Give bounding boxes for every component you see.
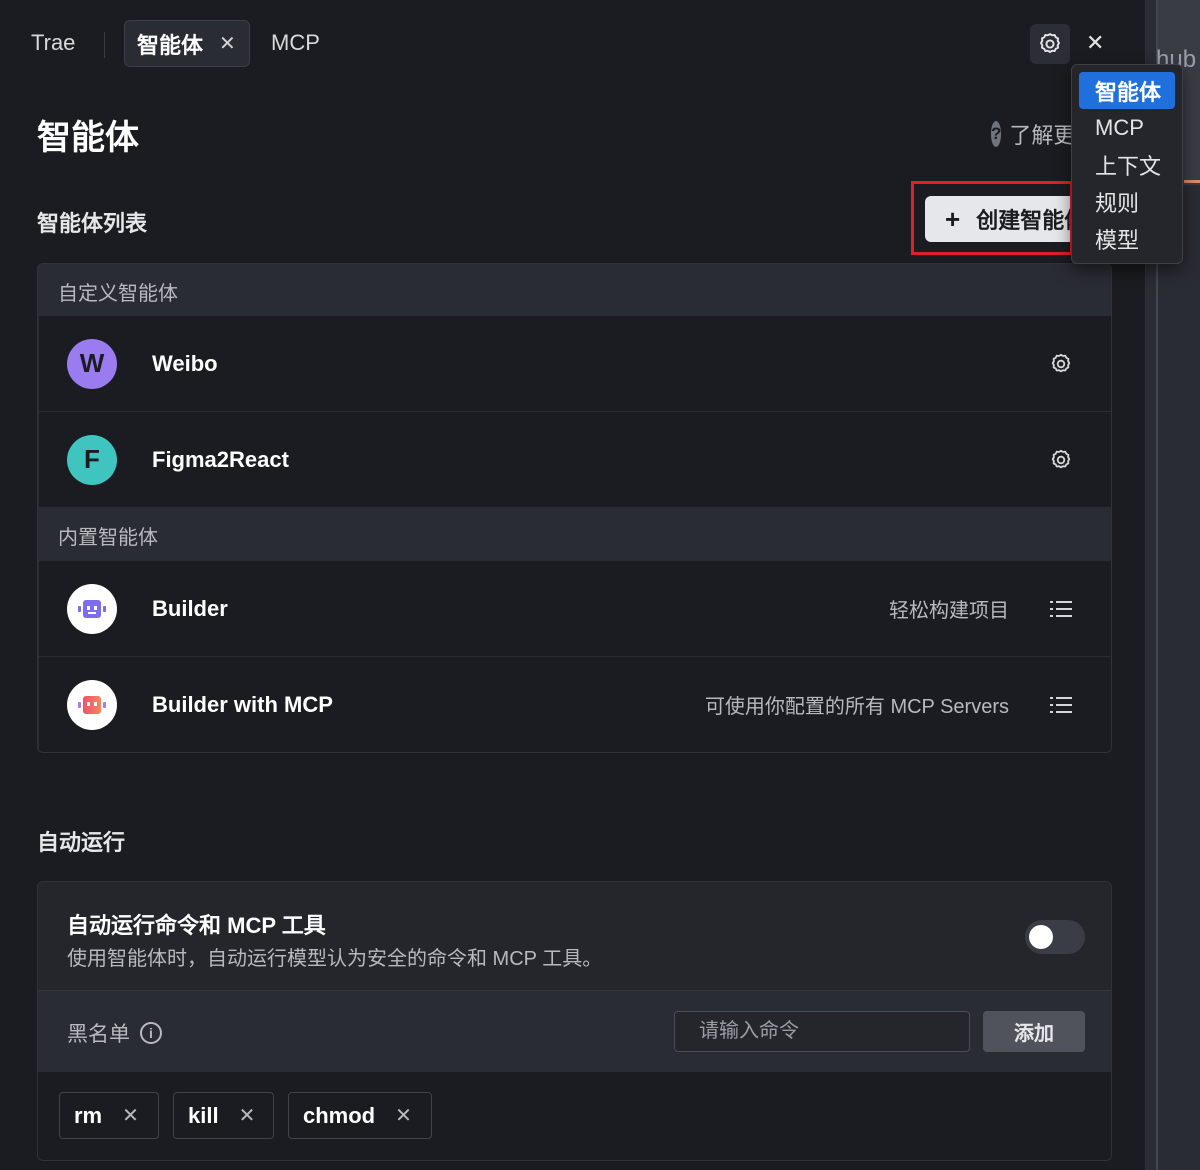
- list-icon: [1050, 696, 1072, 713]
- settings-gear-button[interactable]: [1030, 24, 1070, 64]
- tab-trae[interactable]: Trae: [31, 30, 75, 56]
- agent-description: 轻松构建项目: [889, 600, 1009, 622]
- nav-dropdown-menu: 智能体 MCP 上下文 规则 模型: [1071, 64, 1183, 264]
- tab-mcp[interactable]: MCP: [271, 30, 320, 56]
- builtin-agents-label: 内置智能体: [58, 527, 158, 549]
- learn-more-label: 了解更多: [1009, 123, 1071, 148]
- info-icon[interactable]: i: [140, 1022, 162, 1044]
- gear-icon: [1051, 449, 1071, 468]
- builder-mcp-robot-icon: [67, 679, 117, 730]
- help-icon: ?: [991, 121, 1002, 147]
- menu-item-agents[interactable]: 智能体: [1079, 72, 1175, 109]
- command-chip-kill: kill ✕: [173, 1092, 274, 1139]
- blacklist-row: 黑名单 i 添加: [38, 990, 1111, 1072]
- autorun-title: 自动运行命令和 MCP 工具: [67, 913, 326, 938]
- avatar: W: [67, 338, 117, 389]
- command-chip-chmod: chmod ✕: [288, 1092, 432, 1139]
- command-input[interactable]: [674, 1011, 970, 1052]
- agent-details-button[interactable]: [1048, 596, 1074, 622]
- agent-name: Figma2React: [152, 446, 289, 472]
- remove-chip-icon[interactable]: ✕: [395, 1103, 412, 1128]
- tab-agents-label: 智能体: [137, 32, 204, 58]
- agent-name: Builder with MCP: [152, 691, 333, 717]
- remove-chip-icon[interactable]: ✕: [239, 1103, 256, 1128]
- tab-bar: Trae 智能体 ✕ MCP: [0, 20, 1146, 68]
- agent-description: 可使用你配置的所有 MCP Servers: [704, 696, 1009, 718]
- blacklist-chips: rm ✕ kill ✕ chmod ✕: [38, 1072, 1111, 1160]
- avatar: F: [67, 434, 117, 485]
- agent-name: Weibo: [152, 350, 218, 376]
- chip-label: kill: [188, 1102, 219, 1128]
- highlight-box: [911, 181, 1073, 255]
- tab-agents[interactable]: 智能体 ✕: [124, 20, 250, 67]
- settings-panel: Trae 智能体 ✕ MCP ✕ 智能体 ? 了解更多 智能体列表 + 创建智能…: [0, 0, 1146, 1170]
- command-chip-rm: rm ✕: [59, 1092, 159, 1139]
- background-accent-line: [1184, 180, 1200, 183]
- autorun-heading: 自动运行: [37, 830, 126, 855]
- blacklist-label-text: 黑名单: [67, 1023, 130, 1046]
- menu-item-rules[interactable]: 规则: [1079, 183, 1175, 220]
- autorun-toggle[interactable]: [1025, 920, 1085, 954]
- chip-label: chmod: [303, 1102, 376, 1128]
- builder-robot-icon: [67, 583, 117, 634]
- agent-details-button[interactable]: [1048, 692, 1074, 718]
- learn-more-link[interactable]: ? 了解更多: [991, 118, 1071, 150]
- toggle-knob: [1029, 925, 1053, 949]
- menu-item-models[interactable]: 模型: [1079, 220, 1175, 257]
- list-icon: [1050, 600, 1072, 617]
- blacklist-label: 黑名单 i: [67, 1018, 162, 1048]
- menu-item-context[interactable]: 上下文: [1079, 146, 1175, 183]
- agent-name: Builder: [152, 595, 228, 621]
- gear-icon: [1051, 353, 1071, 372]
- menu-item-mcp[interactable]: MCP: [1079, 109, 1175, 146]
- remove-chip-icon[interactable]: ✕: [122, 1103, 139, 1128]
- autorun-header: 自动运行命令和 MCP 工具 使用智能体时，自动运行模型认为安全的命令和 MCP…: [38, 882, 1111, 990]
- agent-settings-button[interactable]: [1048, 447, 1074, 473]
- agent-row-weibo[interactable]: W Weibo: [39, 316, 1111, 411]
- agent-settings-button[interactable]: [1048, 351, 1074, 377]
- autorun-card: 自动运行命令和 MCP 工具 使用智能体时，自动运行模型认为安全的命令和 MCP…: [37, 881, 1112, 1161]
- agent-row-figma2react[interactable]: F Figma2React: [39, 412, 1111, 507]
- add-command-button[interactable]: 添加: [983, 1011, 1085, 1052]
- agent-row-builder-mcp[interactable]: Builder with MCP 可使用你配置的所有 MCP Servers: [39, 657, 1111, 752]
- page-title: 智能体: [37, 119, 139, 157]
- autorun-subtitle: 使用智能体时，自动运行模型认为安全的命令和 MCP 工具。: [67, 948, 603, 970]
- chip-label: rm: [74, 1102, 103, 1128]
- agent-list-heading: 智能体列表: [37, 211, 148, 236]
- close-panel-button[interactable]: ✕: [1086, 30, 1104, 56]
- close-tab-icon[interactable]: ✕: [219, 31, 236, 56]
- agent-row-builder[interactable]: Builder 轻松构建项目: [39, 561, 1111, 656]
- agent-list: 自定义智能体 W Weibo F Figma2React 内置智能体 Build…: [37, 263, 1112, 753]
- gear-icon: [1040, 33, 1060, 53]
- tab-separator: [104, 32, 105, 58]
- custom-agents-label: 自定义智能体: [58, 283, 178, 305]
